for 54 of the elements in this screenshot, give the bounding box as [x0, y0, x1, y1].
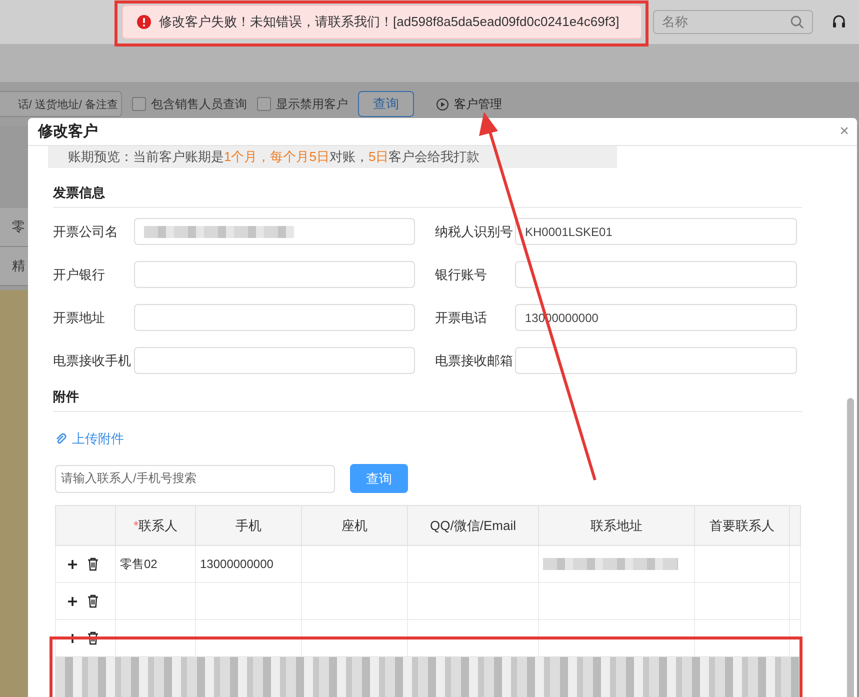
field-label: 电票接收邮箱 — [435, 352, 514, 370]
column-header: 联系地址 — [590, 518, 642, 532]
paperclip-icon — [55, 433, 67, 445]
trash-icon[interactable] — [87, 557, 99, 571]
search-field[interactable]: 名称 — [653, 10, 813, 34]
add-icon[interactable] — [68, 560, 77, 568]
table-cell: 精 — [12, 257, 25, 275]
column-header: *联系人 — [133, 518, 178, 532]
checkbox-label: 显示禁用客户 — [276, 96, 348, 112]
billing-notice: 账期预览：当前客户账期是1个月，每个月5日对账，5日客户会给我打款 — [48, 146, 617, 168]
column-header: 首要联系人 — [710, 518, 774, 532]
field-label: 开票公司名 — [53, 222, 119, 240]
field-label: 电票接收手机 — [53, 352, 132, 370]
section-title: 发票信息 — [53, 184, 802, 208]
search-icon — [790, 15, 804, 29]
text-field[interactable] — [134, 304, 415, 331]
table-cell: 零 — [12, 218, 25, 236]
column-header: QQ/微信/Email — [430, 518, 516, 532]
field-label: 开票电话 — [435, 308, 488, 326]
text-field[interactable] — [134, 218, 415, 245]
field-value: KH0001LSKE01 — [525, 224, 612, 238]
text-field[interactable]: KH0001LSKE01 — [515, 218, 797, 245]
checkbox[interactable] — [132, 97, 146, 111]
upload-link[interactable]: 上传附件 — [55, 430, 124, 448]
column-header: 座机 — [342, 518, 368, 532]
trash-icon[interactable] — [87, 594, 99, 608]
dialog-title: 修改客户 — [38, 122, 98, 141]
table-cell: 零售02 — [120, 556, 158, 570]
table-cell: 13000000000 — [200, 557, 274, 571]
column-header: 手机 — [236, 518, 262, 532]
checkbox[interactable] — [257, 97, 271, 111]
text-field[interactable] — [515, 261, 797, 288]
text-field[interactable] — [515, 347, 797, 374]
headset-icon[interactable] — [831, 14, 847, 30]
query-button[interactable]: 查询 — [350, 464, 408, 493]
field-label: 开户银行 — [53, 266, 106, 284]
search-field[interactable]: 话/ 送货地址/ 备注查 — [0, 91, 122, 117]
field-label: 银行账号 — [435, 266, 488, 284]
close-button[interactable]: × — [840, 122, 849, 140]
play-icon — [436, 98, 449, 110]
field-label: 开票地址 — [53, 308, 106, 326]
error-icon — [137, 15, 151, 29]
text-field[interactable] — [134, 347, 415, 374]
field-label: 纳税人识别号 — [435, 222, 514, 240]
trash-icon[interactable] — [87, 631, 99, 645]
checkbox-label: 包含销售人员查询 — [151, 96, 247, 112]
text-field[interactable] — [134, 261, 415, 288]
section-title: 附件 — [53, 388, 802, 412]
query-button[interactable]: 查询 — [358, 91, 414, 117]
search-field[interactable]: 请输入联系人/手机号搜索 — [55, 464, 335, 492]
error-message: 修改客户失败！未知错误，请联系我们！[ad598f8a5da5ead09fd0c0241e4c69f3] — [159, 13, 620, 31]
customer-management-link[interactable]: 客户管理 — [454, 96, 502, 112]
scrollbar[interactable] — [847, 398, 854, 697]
add-icon[interactable] — [68, 596, 77, 606]
